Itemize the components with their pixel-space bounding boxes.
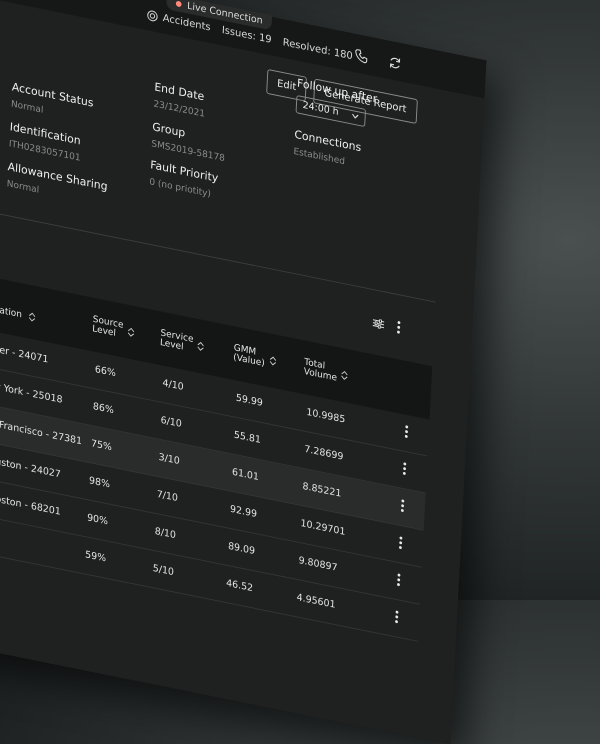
cell-source-level: 66% bbox=[94, 364, 117, 380]
filter-settings-icon[interactable] bbox=[372, 318, 385, 330]
table-tools bbox=[372, 316, 402, 335]
cell-location: S, Huston - 24027 bbox=[0, 453, 62, 481]
resolved-count: Resolved: 180 bbox=[282, 36, 354, 63]
cell-gmm: 61.01 bbox=[231, 467, 260, 483]
fault-priority-field: Fault Priority 0 (no priotity) bbox=[149, 158, 218, 201]
end-date-field: End Date 23/12/2021 bbox=[153, 80, 206, 120]
table-more-icon[interactable] bbox=[396, 320, 401, 335]
column-header-service-level[interactable]: Service Level bbox=[160, 328, 205, 357]
cell-source-level: 86% bbox=[92, 401, 115, 417]
cell-location: JS, Boston - 68201 bbox=[0, 490, 62, 518]
chevron-down-icon bbox=[352, 113, 359, 119]
cell-location: New York - 25018 bbox=[0, 379, 63, 406]
cell-total-volume: 9.80897 bbox=[298, 555, 338, 574]
cell-service-level: 8/10 bbox=[154, 526, 177, 541]
follow-up-value: 24:00 h bbox=[302, 100, 339, 118]
row-more-icon[interactable] bbox=[404, 425, 409, 439]
allowance-sharing-field: Allowance Sharing Normal bbox=[7, 160, 108, 210]
sort-icon bbox=[127, 327, 134, 337]
cell-service-level: 4/10 bbox=[162, 378, 184, 393]
refresh-icon[interactable] bbox=[387, 54, 403, 72]
cell-location: enver - 24071 bbox=[0, 341, 49, 366]
cell-total-volume: 10.9985 bbox=[306, 407, 346, 426]
cell-gmm: 59.99 bbox=[235, 392, 264, 409]
app-window: Live Connection Accidents Issues: 19 Res… bbox=[0, 0, 487, 744]
cell-total-volume: 10.29701 bbox=[300, 518, 346, 538]
cell-gmm: 46.52 bbox=[225, 578, 254, 595]
cell-source-level: 75% bbox=[90, 438, 113, 454]
group-field: Group SMS2019-58178 bbox=[151, 120, 226, 164]
cell-source-level: 90% bbox=[86, 512, 109, 528]
sort-icon bbox=[29, 312, 36, 322]
column-header-source-level[interactable]: Source Level bbox=[92, 314, 135, 342]
cell-service-level: 3/10 bbox=[158, 452, 181, 467]
accidents-icon bbox=[147, 10, 158, 22]
sort-icon bbox=[197, 341, 204, 351]
cell-gmm: 55.81 bbox=[233, 429, 262, 446]
sort-icon bbox=[341, 371, 348, 380]
identification-field: Identification ITH0283057101 bbox=[9, 120, 82, 164]
cell-service-level: 6/10 bbox=[160, 415, 183, 430]
cell-source-level: 98% bbox=[88, 475, 111, 491]
account-status-field: Account Status Normal bbox=[11, 80, 94, 126]
cell-gmm: 92.99 bbox=[229, 504, 258, 520]
cell-total-volume: 8.85221 bbox=[302, 481, 342, 500]
row-more-icon[interactable] bbox=[397, 573, 401, 587]
column-header-location[interactable]: Location bbox=[0, 302, 36, 323]
column-header-gmm[interactable]: GMM (Value) bbox=[233, 343, 277, 372]
cell-total-volume: 7.28699 bbox=[304, 444, 344, 463]
account-details: 37 Account Status Normal Identification … bbox=[0, 49, 481, 288]
row-more-icon[interactable] bbox=[400, 499, 405, 513]
row-more-icon[interactable] bbox=[398, 536, 403, 550]
cell-source-level: 59% bbox=[84, 549, 107, 565]
connections-field: Connections Established bbox=[293, 127, 361, 170]
row-more-icon[interactable] bbox=[395, 610, 399, 624]
sort-icon bbox=[269, 356, 276, 366]
location-header-label: Location bbox=[0, 302, 23, 321]
follow-up-field: Follow up after 24:00 h bbox=[295, 76, 378, 129]
cell-service-level: 5/10 bbox=[152, 563, 175, 579]
row-more-icon[interactable] bbox=[402, 462, 407, 476]
cell-service-level: 7/10 bbox=[156, 489, 179, 504]
cell-total-volume: 4.95601 bbox=[296, 592, 336, 611]
live-status-dot bbox=[175, 0, 182, 8]
column-header-total-volume[interactable]: Total Volume bbox=[304, 357, 350, 386]
phone-icon[interactable] bbox=[353, 47, 369, 65]
cell-gmm: 89.09 bbox=[227, 541, 256, 557]
